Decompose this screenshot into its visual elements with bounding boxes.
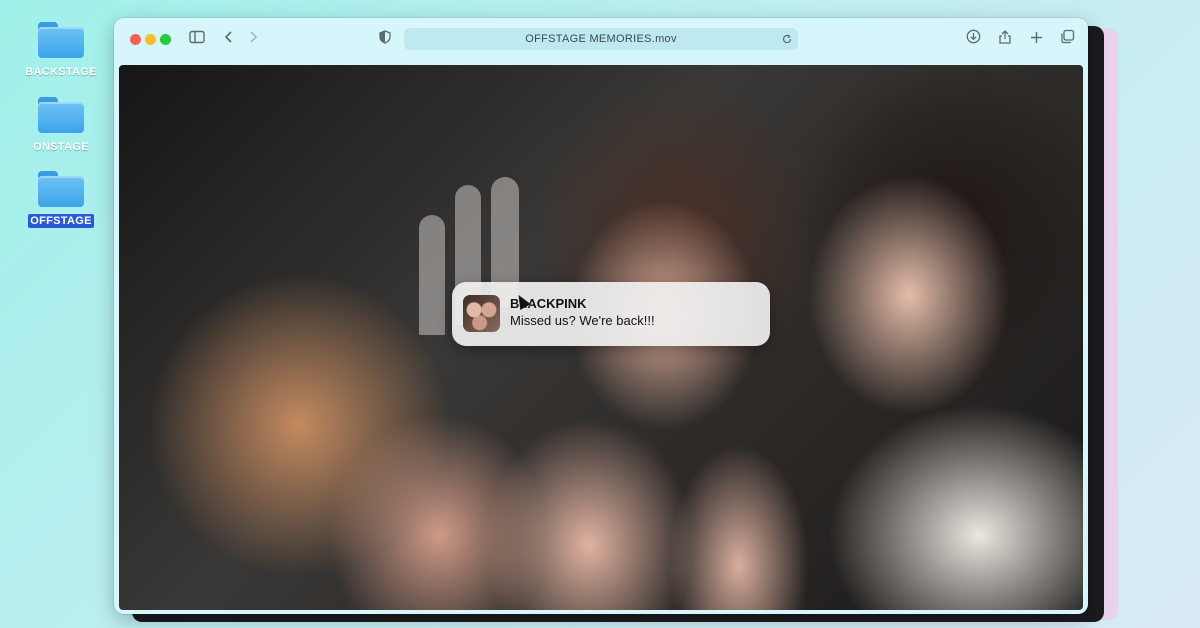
address-bar[interactable]: OFFSTAGE MEMORIES.mov	[404, 28, 798, 50]
minimize-window-button[interactable]	[145, 34, 156, 45]
folder-icon	[38, 97, 84, 133]
folder-label: BACKSTAGE	[25, 66, 97, 78]
tabs-overview-icon[interactable]	[1056, 29, 1078, 51]
chevron-right-icon[interactable]	[242, 29, 264, 51]
app-avatar-icon	[463, 295, 500, 332]
address-text: OFFSTAGE MEMORIES.mov	[525, 33, 677, 45]
close-window-button[interactable]	[130, 34, 141, 45]
folder-label: OFFSTAGE	[28, 214, 94, 228]
sidebar-icon[interactable]	[186, 29, 208, 51]
folder-icon	[38, 22, 84, 58]
reload-icon[interactable]	[782, 28, 792, 50]
share-icon[interactable]	[994, 29, 1016, 51]
plus-icon[interactable]	[1025, 29, 1047, 51]
download-icon[interactable]	[962, 29, 984, 51]
shield-icon[interactable]	[374, 29, 396, 51]
fullscreen-window-button[interactable]	[160, 34, 171, 45]
folder-label: ONSTAGE	[33, 141, 89, 153]
notification-banner[interactable]: BLACKPINK Missed us? We're back!!!	[452, 282, 770, 346]
desktop-folder-offstage[interactable]: OFFSTAGE	[22, 171, 100, 229]
desktop-folder-backstage[interactable]: BACKSTAGE	[22, 22, 100, 80]
chevron-left-icon[interactable]	[218, 29, 240, 51]
notification-message: Missed us? We're back!!!	[510, 313, 655, 328]
title-bar[interactable]: OFFSTAGE MEMORIES.mov	[114, 18, 1088, 62]
folder-icon	[38, 171, 84, 207]
desktop-folder-onstage[interactable]: ONSTAGE	[22, 97, 100, 155]
